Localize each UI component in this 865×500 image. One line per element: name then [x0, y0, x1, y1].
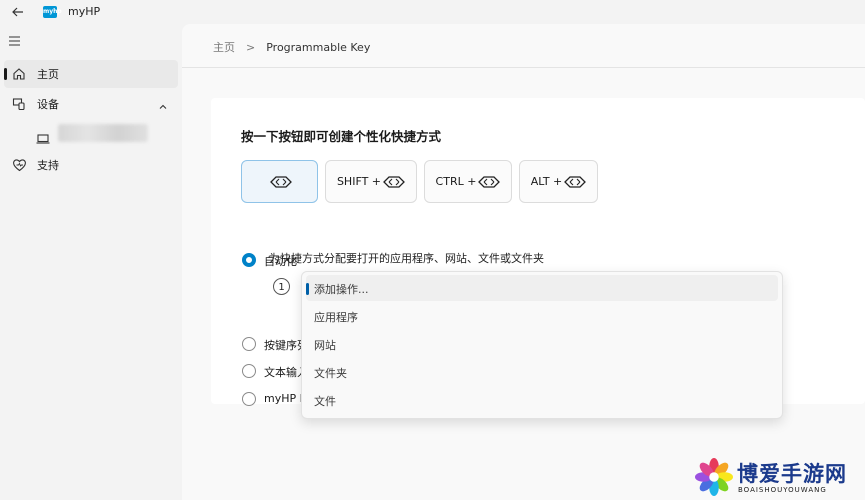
app-title: myHP — [68, 5, 101, 18]
dropdown-item-label: 网站 — [314, 339, 336, 352]
dropdown-item-application[interactable]: 应用程序 — [306, 303, 778, 329]
flower-logo-icon — [695, 458, 733, 496]
title-bar: myhp myHP — [0, 0, 865, 24]
breadcrumb: 主页 > Programmable Key — [213, 39, 370, 55]
selection-indicator — [306, 283, 309, 295]
key-button-plain[interactable] — [241, 160, 318, 203]
radio-text-input[interactable] — [242, 364, 256, 378]
home-icon — [12, 66, 28, 82]
breadcrumb-current: Programmable Key — [266, 40, 371, 54]
automation-description: 为快捷方式分配要打开的应用程序、网站、文件或文件夹 — [269, 252, 544, 265]
key-label: SHIFT + — [336, 175, 382, 188]
step-number: 1 — [273, 278, 290, 295]
myhp-logo: myhp — [43, 6, 62, 18]
sidebar-item-support[interactable]: 支持 — [4, 151, 178, 179]
key-button-shift[interactable]: SHIFT + — [325, 160, 417, 203]
active-indicator — [4, 68, 7, 80]
key-label: ALT + — [530, 175, 563, 188]
back-arrow-icon — [12, 7, 23, 17]
chevron-up-icon[interactable] — [158, 97, 170, 109]
back-button[interactable] — [6, 2, 30, 22]
laptop-icon — [36, 129, 50, 144]
sidebar-device-entry[interactable] — [30, 120, 178, 148]
programmable-key-icon — [269, 175, 292, 188]
watermark: 博爱手游网 BOAISHOUYOUWANG — [693, 456, 863, 498]
key-button-alt[interactable]: ALT + — [519, 160, 598, 203]
dropdown-item-label: 文件夹 — [314, 367, 347, 380]
sidebar-item-label: 设备 — [37, 98, 59, 111]
watermark-title: 博爱手游网 — [737, 462, 847, 486]
dropdown-item-folder[interactable]: 文件夹 — [306, 359, 778, 385]
sidebar-item-label: 支持 — [37, 159, 59, 172]
sidebar-item-label: 主页 — [37, 68, 59, 81]
dropdown-item-file[interactable]: 文件 — [306, 387, 778, 413]
sidebar: 主页 设备 支持 — [0, 24, 182, 500]
blurred-device-name — [58, 124, 148, 142]
chevron-right-icon: > — [246, 40, 256, 54]
card-title: 按一下按钮即可创建个性化快捷方式 — [241, 129, 442, 144]
dropdown-item-label: 文件 — [314, 395, 336, 408]
key-button-ctrl[interactable]: CTRL + — [424, 160, 512, 203]
programmable-key-icon — [564, 175, 587, 188]
sidebar-item-home[interactable]: 主页 — [4, 60, 178, 88]
radio-label-myhp-option: myHP P — [264, 392, 307, 405]
header-divider — [182, 67, 865, 68]
radio-key-sequence[interactable] — [242, 337, 256, 351]
watermark-subtitle: BOAISHOUYOUWANG — [738, 486, 827, 494]
support-heart-icon — [12, 157, 28, 173]
dropdown-item-label: 应用程序 — [314, 311, 358, 324]
radio-myhp-option[interactable] — [242, 392, 256, 406]
dropdown-item-add-action[interactable]: 添加操作... — [306, 275, 778, 301]
radio-automation[interactable] — [242, 253, 256, 267]
programmable-key-icon — [383, 175, 405, 188]
key-label: CTRL + — [435, 175, 477, 188]
dropdown-item-label: 添加操作... — [314, 283, 369, 296]
breadcrumb-home[interactable]: 主页 — [213, 39, 235, 55]
devices-icon — [12, 96, 28, 112]
main-content: 主页 > Programmable Key 按一下按钮即可创建个性化快捷方式 S… — [182, 24, 865, 500]
action-dropdown-menu: 添加操作... 应用程序 网站 文件夹 文件 — [301, 271, 783, 419]
dropdown-item-website[interactable]: 网站 — [306, 331, 778, 357]
sidebar-item-devices[interactable]: 设备 — [4, 90, 178, 118]
hamburger-menu-icon[interactable] — [8, 32, 24, 48]
programmable-key-icon — [478, 175, 501, 188]
